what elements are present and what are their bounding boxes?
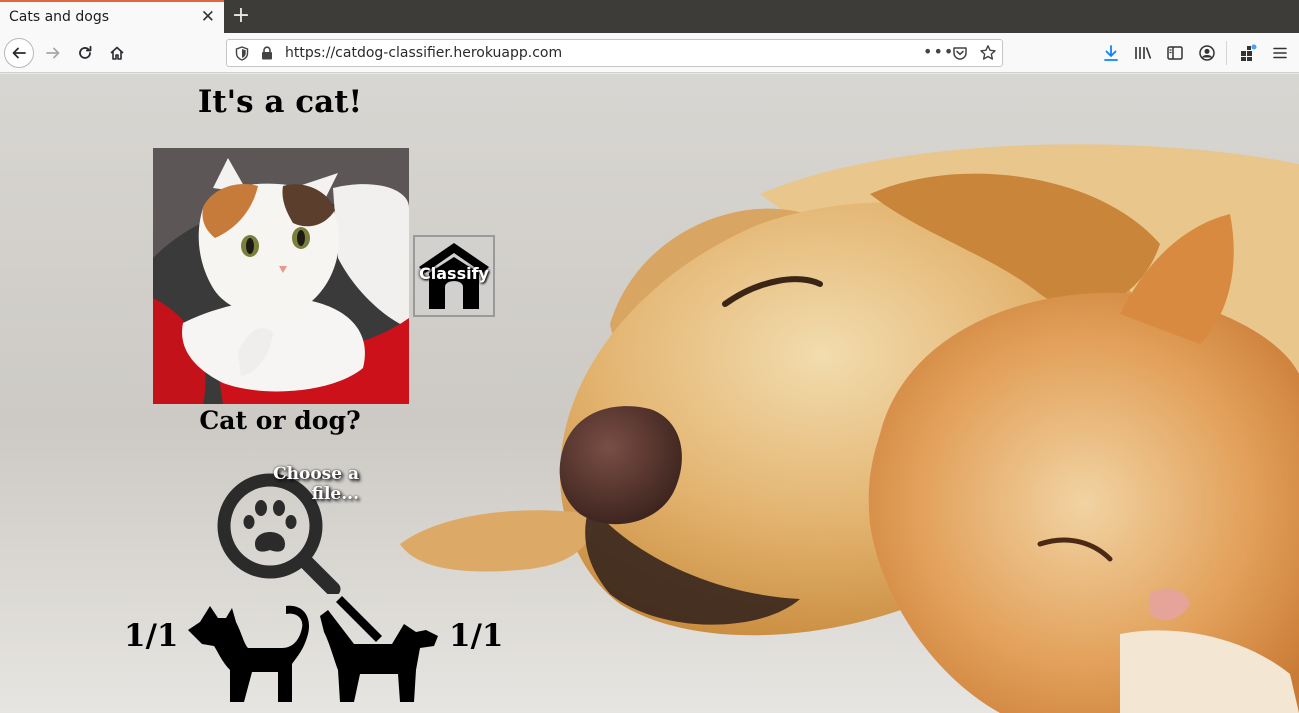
reload-icon [79, 45, 92, 59]
home-icon [110, 46, 124, 60]
bookmark-star-icon[interactable] [979, 44, 997, 62]
extensions-icon[interactable] [1238, 43, 1258, 63]
sidebar-icon[interactable] [1165, 43, 1185, 63]
account-icon[interactable] [1197, 43, 1217, 63]
address-bar[interactable]: https://catdog-classifier.herokuapp.com … [226, 39, 1003, 67]
lock-icon[interactable] [261, 46, 273, 60]
tab-strip: Cats and dogs ✕ + [0, 0, 1299, 33]
forward-button[interactable] [38, 38, 68, 68]
library-icon[interactable] [1133, 43, 1153, 63]
download-icon[interactable] [1101, 43, 1121, 63]
calico-cat-photo [153, 148, 409, 404]
new-tab-button[interactable]: + [230, 2, 252, 30]
page-viewport: It's a cat! Classify Cat or dog? Choose … [0, 74, 1299, 713]
cat-silhouette-icon [188, 605, 310, 702]
page-actions-icon[interactable]: ••• [923, 42, 954, 61]
dog-silhouette-icon [320, 596, 438, 702]
url-text[interactable]: https://catdog-classifier.herokuapp.com [285, 45, 562, 61]
result-heading: It's a cat! [197, 84, 363, 120]
choose-file-label: Choose a file... [273, 464, 359, 504]
classify-label: Classify [419, 264, 489, 283]
tab-title: Cats and dogs [9, 9, 110, 25]
arrow-left-icon [12, 47, 26, 59]
cat-accuracy-count: 1/1 [124, 618, 179, 654]
question-text: Cat or dog? [199, 406, 361, 435]
navigation-toolbar: https://catdog-classifier.herokuapp.com … [0, 33, 1299, 73]
pocket-icon[interactable] [952, 45, 968, 61]
choose-file-button[interactable]: Choose a file... [215, 464, 359, 594]
tab-cats-and-dogs[interactable]: Cats and dogs ✕ [0, 0, 224, 33]
reload-button[interactable] [70, 38, 100, 68]
arrow-right-icon [46, 47, 60, 59]
classify-button[interactable]: Classify [413, 235, 495, 317]
shield-icon[interactable] [235, 46, 249, 61]
dog-accuracy-count: 1/1 [449, 618, 504, 654]
back-button[interactable] [4, 38, 34, 68]
toolbar-separator [1226, 41, 1227, 65]
home-button[interactable] [102, 38, 132, 68]
close-tab-icon[interactable]: ✕ [201, 7, 215, 27]
hamburger-menu-icon[interactable] [1270, 43, 1290, 63]
uploaded-image-preview [153, 148, 409, 404]
